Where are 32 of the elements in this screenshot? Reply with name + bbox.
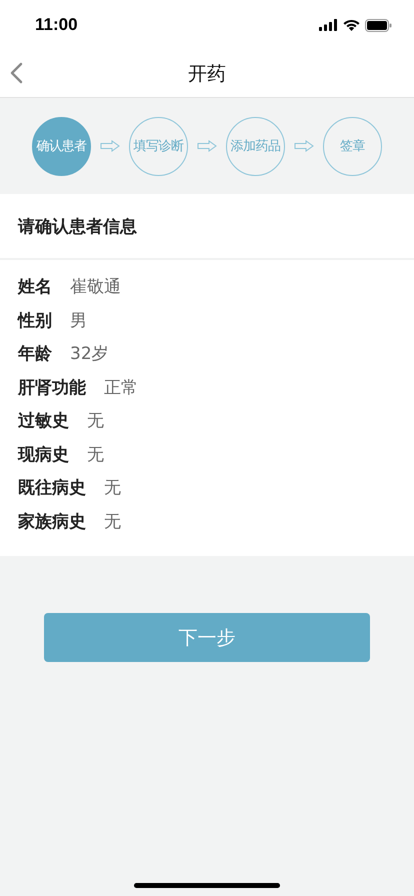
- wifi-icon: [343, 19, 360, 31]
- step-circle: 确认患者: [32, 116, 91, 176]
- field-label: 家族病史: [18, 510, 86, 533]
- field-label: 过敏史: [18, 410, 69, 432]
- battery-icon: [365, 18, 392, 32]
- arrow-icon: [100, 140, 120, 152]
- status-time: 11:00: [35, 15, 78, 35]
- field-label: 既往病史: [18, 477, 86, 500]
- field-label: 肝肾功能: [18, 376, 86, 399]
- field-value: 无: [87, 444, 104, 466]
- step-circle: 填写诊断: [129, 116, 188, 176]
- field-value: 无: [87, 410, 104, 432]
- back-button[interactable]: [10, 62, 23, 84]
- back-icon: [10, 62, 23, 84]
- step-circle: 添加药品: [226, 116, 285, 176]
- section-title: 请确认患者信息: [0, 194, 414, 260]
- field-value: 正常: [104, 376, 138, 399]
- field-label: 现病史: [18, 444, 69, 466]
- field-value: 男: [70, 310, 87, 332]
- field-value: 32岁: [70, 343, 109, 366]
- next-button[interactable]: 下一步: [44, 613, 370, 662]
- field-label: 年龄: [18, 343, 52, 366]
- step-circle: 签章: [323, 116, 382, 176]
- field-value: 无: [104, 510, 121, 533]
- page-title: 开药: [188, 62, 226, 86]
- field-value: 崔敬通: [70, 276, 121, 298]
- arrow-icon: [197, 140, 217, 152]
- field-label: 姓名: [18, 276, 52, 298]
- signal-icon: [319, 19, 338, 31]
- field-label: 性别: [18, 310, 52, 332]
- field-value: 无: [104, 477, 121, 500]
- arrow-icon: [294, 140, 314, 152]
